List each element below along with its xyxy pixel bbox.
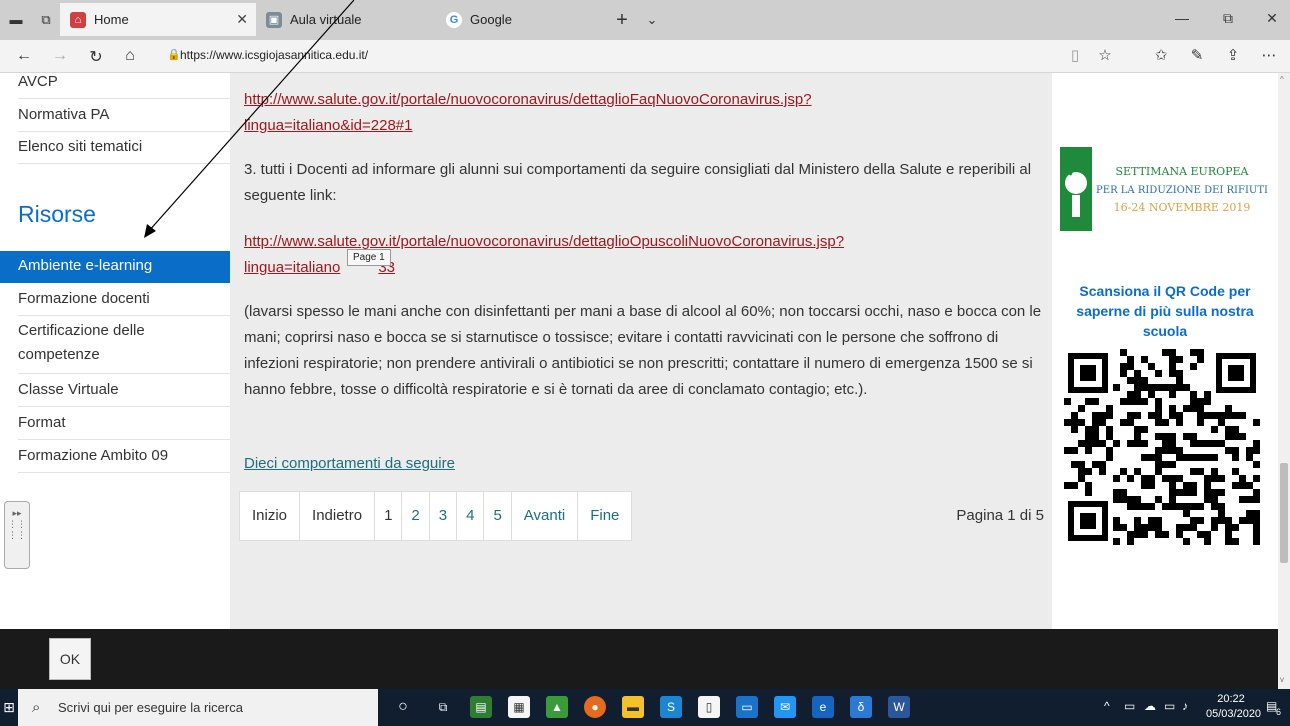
annotation-arrow xyxy=(144,0,355,238)
